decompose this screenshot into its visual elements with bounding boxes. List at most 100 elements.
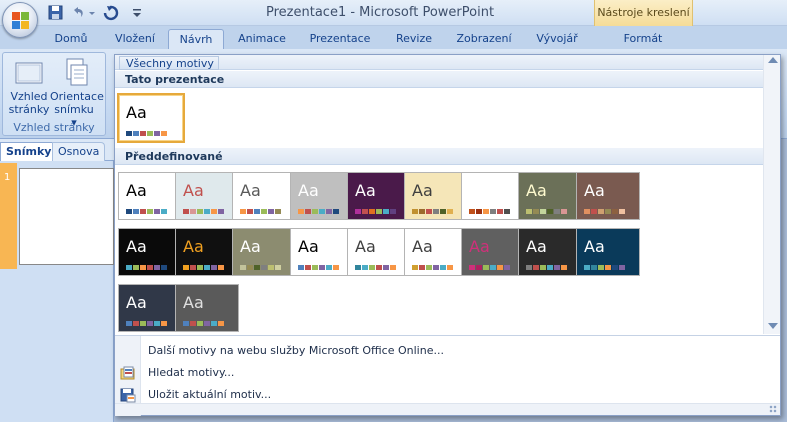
color-swatch bbox=[190, 321, 196, 326]
color-swatch bbox=[591, 209, 597, 214]
slide-orientation-button[interactable]: Orientace snímku ▾ bbox=[50, 56, 104, 129]
theme-thumbnail[interactable]: Aa bbox=[290, 228, 354, 276]
color-swatch bbox=[447, 209, 453, 214]
color-swatch bbox=[204, 265, 210, 270]
color-swatch bbox=[154, 321, 160, 326]
theme-sample-text: Aa bbox=[469, 181, 490, 200]
page-setup-button[interactable]: Vzhled stránky bbox=[5, 56, 53, 118]
section-this-presentation: Tato prezentace bbox=[115, 71, 763, 88]
tab-developer[interactable]: Vývojář bbox=[528, 29, 586, 49]
color-swatch bbox=[161, 209, 167, 214]
theme-thumbnail[interactable]: Aa bbox=[461, 172, 525, 220]
color-swatch bbox=[161, 131, 167, 136]
current-theme-thumbnail[interactable]: Aa bbox=[117, 93, 185, 143]
theme-thumbnail[interactable]: Aa bbox=[290, 172, 354, 220]
color-swatch bbox=[412, 265, 418, 270]
tab-outline[interactable]: Osnova bbox=[52, 142, 106, 161]
theme-sample-text: Aa bbox=[183, 293, 204, 312]
page-setup-label-2: stránky bbox=[8, 103, 50, 116]
theme-color-swatches bbox=[355, 209, 397, 214]
theme-thumbnail[interactable]: Aa bbox=[175, 228, 239, 276]
color-swatch bbox=[419, 209, 425, 214]
redo-icon[interactable] bbox=[101, 4, 119, 21]
color-swatch bbox=[376, 265, 382, 270]
color-swatch bbox=[133, 265, 139, 270]
theme-sample-text: Aa bbox=[126, 103, 147, 122]
color-swatch bbox=[312, 265, 318, 270]
theme-thumbnail[interactable]: Aa bbox=[118, 172, 182, 220]
color-swatch bbox=[126, 265, 132, 270]
undo-dropdown-icon[interactable] bbox=[88, 4, 97, 21]
color-swatch bbox=[247, 209, 253, 214]
theme-thumbnail[interactable]: Aa bbox=[347, 172, 411, 220]
color-swatch bbox=[419, 265, 425, 270]
color-swatch bbox=[333, 209, 339, 214]
theme-thumbnail[interactable]: Aa bbox=[404, 172, 468, 220]
color-swatch bbox=[261, 265, 267, 270]
gallery-resize-grip[interactable] bbox=[115, 403, 780, 415]
all-themes-header: Všechny motivy ▾ bbox=[115, 55, 763, 83]
theme-thumbnail[interactable]: Aa bbox=[461, 228, 525, 276]
themes-gallery-list: Všechny motivy ▾ Tato prezentace Aa Před… bbox=[115, 55, 780, 334]
color-swatch bbox=[275, 265, 281, 270]
theme-sample-text: Aa bbox=[412, 181, 433, 200]
theme-thumbnail[interactable]: Aa bbox=[118, 228, 182, 276]
theme-thumbnail[interactable]: Aa bbox=[404, 228, 468, 276]
section-built-in: Předdefinované bbox=[115, 148, 763, 165]
theme-thumbnail[interactable]: Aa bbox=[576, 228, 640, 276]
scroll-down-icon[interactable] bbox=[768, 323, 778, 329]
slide-thumbnail[interactable] bbox=[19, 168, 114, 265]
theme-thumbnail[interactable]: Aa bbox=[576, 172, 640, 220]
theme-thumbnail[interactable]: Aa bbox=[118, 284, 182, 332]
color-swatch bbox=[218, 209, 224, 214]
color-swatch bbox=[476, 209, 482, 214]
tab-slides[interactable]: Snímky bbox=[0, 142, 58, 161]
theme-color-swatches bbox=[526, 265, 568, 270]
theme-color-swatches bbox=[526, 209, 568, 214]
theme-thumbnail[interactable]: Aa bbox=[518, 172, 582, 220]
theme-thumbnail[interactable]: Aa bbox=[518, 228, 582, 276]
tab-view[interactable]: Zobrazení bbox=[449, 29, 519, 49]
tab-home[interactable]: Domů bbox=[47, 29, 95, 49]
customize-toolbar-icon[interactable] bbox=[131, 4, 143, 21]
tab-animations[interactable]: Animace bbox=[230, 29, 294, 49]
color-swatch bbox=[197, 209, 203, 214]
theme-color-swatches bbox=[584, 265, 626, 270]
save-current-theme-label: Uložit aktuální motiv... bbox=[148, 388, 272, 401]
color-swatch bbox=[298, 209, 304, 214]
color-swatch bbox=[561, 265, 567, 270]
more-themes-online-item[interactable]: Další motivy na webu služby Microsoft Of… bbox=[141, 341, 779, 363]
color-swatch bbox=[390, 209, 396, 214]
color-swatch bbox=[190, 209, 196, 214]
save-icon[interactable] bbox=[47, 4, 65, 21]
color-swatch bbox=[147, 321, 153, 326]
color-swatch bbox=[161, 265, 167, 270]
theme-thumbnail[interactable]: Aa bbox=[232, 172, 296, 220]
color-swatch bbox=[140, 209, 146, 214]
color-swatch bbox=[383, 209, 389, 214]
theme-color-swatches bbox=[126, 209, 168, 214]
undo-icon[interactable] bbox=[69, 4, 87, 21]
color-swatch bbox=[497, 265, 503, 270]
color-swatch bbox=[140, 265, 146, 270]
color-swatch bbox=[390, 265, 396, 270]
browse-themes-item[interactable]: Hledat motivy... bbox=[120, 363, 779, 385]
theme-thumbnail[interactable]: Aa bbox=[175, 284, 239, 332]
color-swatch bbox=[147, 209, 153, 214]
all-themes-dropdown[interactable]: Všechny motivy ▾ bbox=[119, 56, 219, 83]
theme-thumbnail[interactable]: Aa bbox=[347, 228, 411, 276]
scroll-up-icon[interactable] bbox=[768, 57, 778, 63]
tab-design[interactable]: Návrh bbox=[168, 29, 224, 49]
color-swatch bbox=[211, 321, 217, 326]
tab-format[interactable]: Formát bbox=[605, 29, 681, 49]
gallery-scrollbar[interactable] bbox=[763, 55, 780, 334]
office-button[interactable] bbox=[2, 2, 38, 38]
color-swatch bbox=[554, 265, 560, 270]
tab-insert[interactable]: Vložení bbox=[106, 29, 164, 49]
theme-thumbnail[interactable]: Aa bbox=[175, 172, 239, 220]
theme-thumbnail[interactable]: Aa bbox=[232, 228, 296, 276]
tab-slide-show[interactable]: Prezentace bbox=[302, 29, 378, 49]
tab-review[interactable]: Revize bbox=[389, 29, 439, 49]
page-setup-group-label: Vzhled stránky bbox=[13, 121, 95, 134]
color-swatch bbox=[126, 321, 132, 326]
